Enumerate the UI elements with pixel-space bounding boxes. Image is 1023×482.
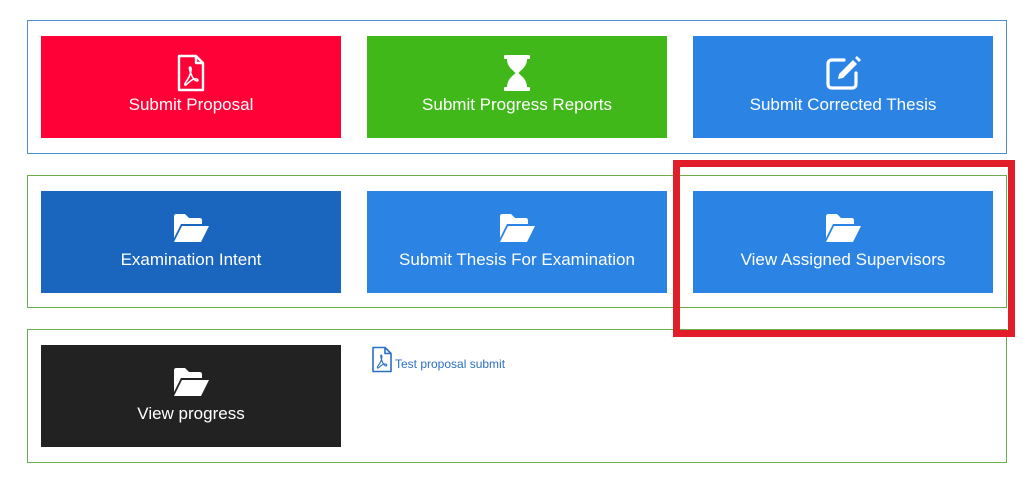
submit-thesis-for-examination-button[interactable]: Submit Thesis For Examination <box>367 191 667 293</box>
edit-icon <box>824 54 862 92</box>
test-proposal-submit-label: Test proposal submit <box>395 357 506 371</box>
view-assigned-supervisors-button[interactable]: View Assigned Supervisors <box>693 191 993 293</box>
pdf-file-icon <box>371 346 393 376</box>
folder-open-icon <box>172 209 210 247</box>
view-assigned-supervisors-label: View Assigned Supervisors <box>740 250 946 269</box>
pdf-file-icon <box>176 54 206 92</box>
submit-thesis-for-examination-label: Submit Thesis For Examination <box>399 250 635 269</box>
submit-corrected-thesis-label: Submit Corrected Thesis <box>749 95 937 114</box>
hourglass-icon <box>502 54 532 92</box>
submit-proposal-label: Submit Proposal <box>128 95 254 114</box>
examination-intent-label: Examination Intent <box>120 250 262 269</box>
view-progress-button[interactable]: View progress <box>41 345 341 447</box>
submit-progress-reports-label: Submit Progress Reports <box>422 95 612 114</box>
examination-intent-button[interactable]: Examination Intent <box>41 191 341 293</box>
view-progress-label: View progress <box>137 404 245 423</box>
folder-open-icon <box>498 209 536 247</box>
folder-open-icon <box>172 363 210 401</box>
submit-progress-reports-button[interactable]: Submit Progress Reports <box>367 36 667 138</box>
folder-open-icon <box>824 209 862 247</box>
test-proposal-submit-link[interactable]: Test proposal submit <box>371 346 505 376</box>
submit-corrected-thesis-button[interactable]: Submit Corrected Thesis <box>693 36 993 138</box>
submit-proposal-button[interactable]: Submit Proposal <box>41 36 341 138</box>
